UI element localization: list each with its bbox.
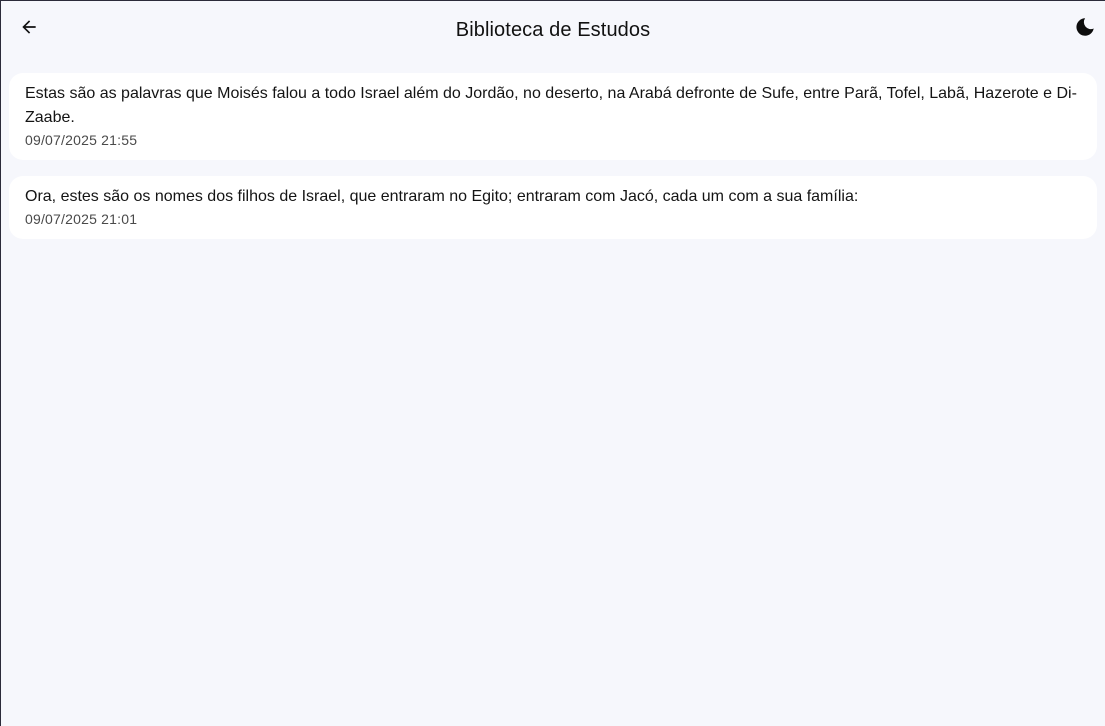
study-date: 09/07/2025 21:55 bbox=[25, 132, 138, 148]
page-title: Biblioteca de Estudos bbox=[455, 18, 651, 41]
study-card[interactable]: Estas são as palavras que Moisés falou a… bbox=[9, 73, 1097, 160]
theme-toggle-button[interactable] bbox=[1069, 13, 1101, 45]
study-text: Ora, estes são os nomes dos filhos de Is… bbox=[25, 188, 859, 205]
moon-icon bbox=[1074, 16, 1096, 43]
study-text: Estas são as palavras que Moisés falou a… bbox=[25, 85, 1077, 126]
app-window: Biblioteca de Estudos Estas são as palav… bbox=[0, 0, 1105, 726]
app-bar: Biblioteca de Estudos bbox=[1, 1, 1105, 59]
study-card[interactable]: Ora, estes são os nomes dos filhos de Is… bbox=[9, 176, 1097, 239]
arrow-left-icon bbox=[19, 17, 39, 42]
study-date: 09/07/2025 21:01 bbox=[25, 211, 138, 227]
study-list: Estas são as palavras que Moisés falou a… bbox=[1, 59, 1105, 239]
back-button[interactable] bbox=[13, 13, 45, 45]
